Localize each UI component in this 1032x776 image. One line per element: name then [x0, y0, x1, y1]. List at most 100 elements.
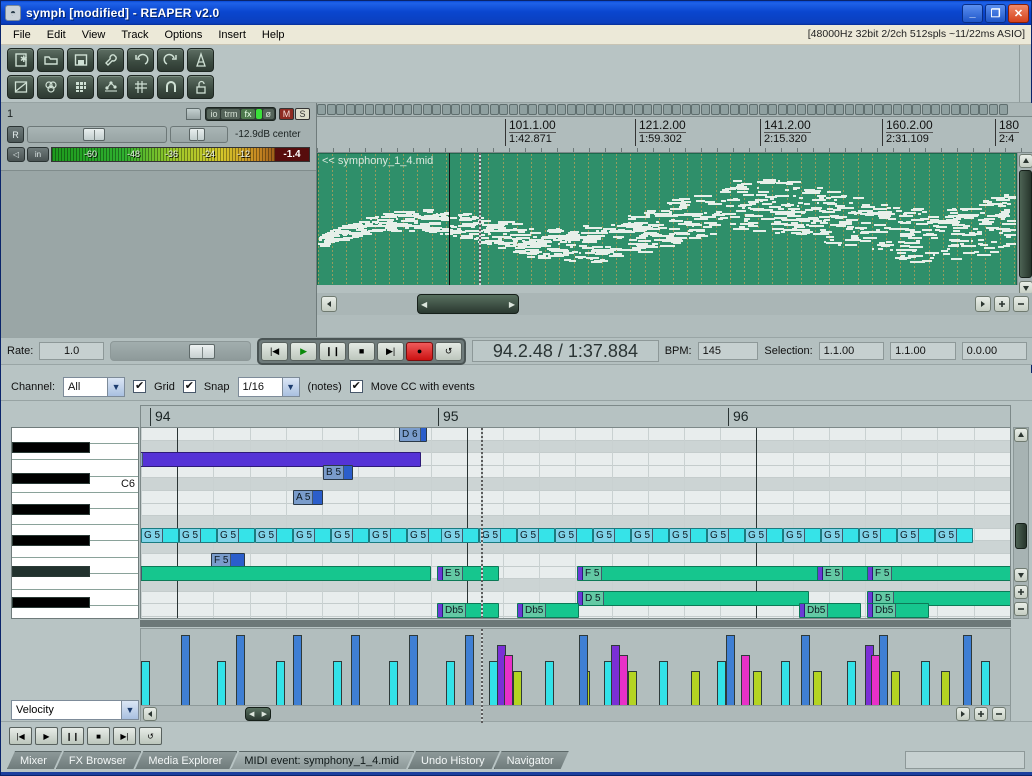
midi-note[interactable]: G 5 [821, 528, 859, 543]
timeline-marker[interactable] [768, 104, 777, 115]
menu-track[interactable]: Track [113, 27, 156, 43]
arrange-zoom-in-button[interactable] [994, 296, 1010, 312]
timeline-marker[interactable] [739, 104, 748, 115]
magnet-icon[interactable] [157, 75, 184, 99]
midi-zoom-in-button[interactable] [974, 707, 988, 721]
midi-vscroll-thumb[interactable] [1015, 523, 1027, 549]
dock-go-to-start-button[interactable]: |◀ [9, 727, 32, 745]
track-trim-button[interactable]: trm [221, 109, 240, 119]
piano-black-key[interactable] [12, 504, 90, 515]
midi-note[interactable]: G 5 [707, 528, 745, 543]
midi-zoom-in-vertical-button[interactable] [1014, 585, 1028, 599]
timeline-marker[interactable] [759, 104, 768, 115]
minimize-button[interactable]: _ [962, 4, 983, 23]
timeline-marker[interactable] [663, 104, 672, 115]
timeline-marker[interactable] [807, 104, 816, 115]
midi-note[interactable]: G 5 [745, 528, 783, 543]
piano-white-key[interactable] [12, 606, 138, 619]
timeline-marker[interactable] [605, 104, 614, 115]
midi-measure-ruler[interactable]: 949596 [140, 405, 1011, 427]
timeline-marker[interactable] [336, 104, 345, 115]
dock-tab[interactable]: Media Explorer [135, 751, 237, 769]
midi-note[interactable]: G 5 [631, 528, 669, 543]
track-phase-button[interactable]: ø [263, 109, 275, 119]
track-volume-slider[interactable] [27, 126, 167, 143]
dock-pause-button[interactable]: ❙❙ [61, 727, 84, 745]
timeline-marker[interactable] [384, 104, 393, 115]
timeline-marker[interactable] [365, 104, 374, 115]
menu-options[interactable]: Options [156, 27, 210, 43]
metronome-icon[interactable] [187, 48, 214, 72]
arrange-vscroll-thumb[interactable] [1019, 170, 1032, 278]
midi-scroll-down-button[interactable] [1014, 568, 1028, 582]
timeline-marker[interactable] [653, 104, 662, 115]
timeline-marker[interactable] [355, 104, 364, 115]
timeline-marker[interactable] [672, 104, 681, 115]
midi-note[interactable]: Db5 [517, 603, 579, 618]
midi-note[interactable]: G 5 [179, 528, 217, 543]
dock-tab[interactable]: MIDI event: symphony_1_4.mid [231, 751, 414, 769]
midi-note[interactable]: G 5 [217, 528, 255, 543]
speaker-icon[interactable]: ◁ [7, 147, 25, 162]
menu-edit[interactable]: Edit [39, 27, 74, 43]
midi-note[interactable]: G 5 [783, 528, 821, 543]
timeline-marker[interactable] [538, 104, 547, 115]
lock-icon[interactable] [187, 75, 214, 99]
redo-icon[interactable] [157, 48, 184, 72]
snap-checkbox[interactable]: ✔ [183, 380, 196, 393]
midi-note[interactable]: F 5 [867, 566, 1011, 581]
timeline-marker[interactable] [941, 104, 950, 115]
track-io-button[interactable]: io [207, 109, 220, 119]
midi-note[interactable]: G 5 [141, 528, 179, 543]
track-record-arm-button[interactable]: R [7, 126, 24, 143]
piano-black-key[interactable] [12, 442, 90, 453]
midi-scroll-left-button[interactable] [143, 707, 157, 721]
midi-note[interactable]: G 5 [555, 528, 593, 543]
timeline-marker[interactable] [912, 104, 921, 115]
timeline-marker[interactable] [845, 104, 854, 115]
midi-note[interactable]: D 6 [399, 427, 427, 442]
timeline-marker[interactable] [480, 104, 489, 115]
timeline-marker[interactable] [394, 104, 403, 115]
timeline-marker[interactable] [557, 104, 566, 115]
track-pan-slider[interactable] [170, 126, 228, 143]
piano-roll-grid[interactable]: D 6C 6B 5A 5G 5G 5G 5G 5G 5G 5G 5G 5G 5G… [140, 427, 1011, 619]
timeline-marker[interactable] [883, 104, 892, 115]
midi-note[interactable]: G 5 [593, 528, 631, 543]
timeline-marker[interactable] [432, 104, 441, 115]
midi-note[interactable]: G 5 [255, 528, 293, 543]
timeline-marker[interactable] [778, 104, 787, 115]
timeline-marker[interactable] [903, 104, 912, 115]
timeline-marker[interactable] [720, 104, 729, 115]
midi-note[interactable]: G 5 [479, 528, 517, 543]
timeline-marker[interactable] [490, 104, 499, 115]
routing-icon[interactable] [97, 75, 124, 99]
timeline-marker[interactable] [586, 104, 595, 115]
selection-start-field[interactable]: 1.1.00 [819, 342, 884, 360]
timeline-marker[interactable] [787, 104, 796, 115]
timeline-marker[interactable] [547, 104, 556, 115]
record-button[interactable]: ● [406, 342, 433, 361]
timeline-marker[interactable] [595, 104, 604, 115]
stop-button[interactable]: ■ [348, 342, 375, 361]
timeline-marker[interactable] [528, 104, 537, 115]
dock-tab[interactable]: Navigator [494, 751, 569, 769]
arrange-horizontal-scrollbar[interactable]: ◀▶ [317, 293, 1032, 315]
dock-repeat-button[interactable]: ↺ [139, 727, 162, 745]
midi-note[interactable]: G 5 [293, 528, 331, 543]
track-row[interactable]: 1 io trm fx ø M S R [1, 103, 316, 171]
menu-help[interactable]: Help [254, 27, 293, 43]
timeline-marker[interactable] [509, 104, 518, 115]
midi-hscroll-thumb[interactable]: ◀▶ [245, 707, 271, 721]
rate-slider[interactable] [110, 341, 251, 361]
midi-note[interactable]: G 5 [859, 528, 897, 543]
timeline-marker[interactable] [730, 104, 739, 115]
midi-note[interactable]: G 5 [441, 528, 479, 543]
dock-go-to-end-button[interactable]: ▶| [113, 727, 136, 745]
arrange-hscroll-thumb[interactable]: ◀▶ [417, 294, 519, 314]
timeline-marker[interactable] [423, 104, 432, 115]
track-mute-button[interactable]: M [279, 108, 294, 120]
maximize-button[interactable]: ❐ [985, 4, 1006, 23]
timeline-marker[interactable] [567, 104, 576, 115]
midi-note[interactable]: E 5 [437, 566, 499, 581]
